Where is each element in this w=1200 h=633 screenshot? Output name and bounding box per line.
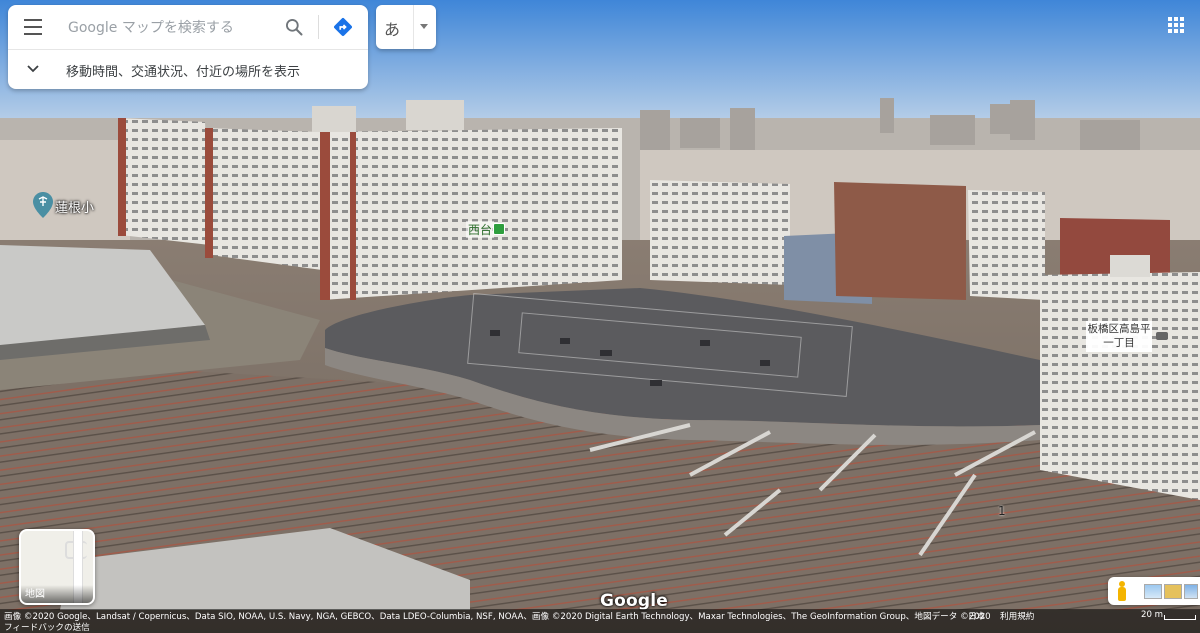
attribution-text: 画像 ©2020 Google、Landsat / Copernicus、Dat… xyxy=(4,612,991,622)
area-label-line2: 一丁目 xyxy=(1103,337,1135,349)
input-tools-dropdown-icon[interactable] xyxy=(420,24,428,29)
scale-label[interactable]: 20 m xyxy=(1141,610,1163,620)
area-label-line1: 板橋区高島平 xyxy=(1087,323,1151,335)
search-row xyxy=(8,5,368,50)
chevron-down-icon xyxy=(27,65,39,73)
scale-bar xyxy=(1164,615,1196,620)
country-label: 日本 xyxy=(968,612,986,622)
aerial-3d-imagery[interactable] xyxy=(0,0,1200,633)
imagery-thumb-icon[interactable] xyxy=(1184,584,1198,599)
map-layer-label: 地図 xyxy=(21,585,93,603)
terms-link[interactable]: 利用規約 xyxy=(1000,610,1034,622)
search-input[interactable] xyxy=(66,15,280,41)
area-label: 板橋区高島平 一丁目 xyxy=(1086,321,1152,352)
map-layer-switch[interactable]: 地図 xyxy=(19,529,95,605)
school-pin-icon[interactable] xyxy=(33,192,53,218)
feedback-link[interactable]: フィードバックの送信 xyxy=(4,621,90,633)
menu-icon[interactable] xyxy=(24,19,42,35)
search-icon[interactable] xyxy=(284,17,304,37)
train-station-icon[interactable] xyxy=(493,223,505,235)
input-method-button[interactable]: あ xyxy=(384,16,400,40)
input-tools-divider xyxy=(413,5,414,49)
input-tools: あ xyxy=(376,5,436,49)
map-number-label: 1 xyxy=(998,504,1006,518)
google-logo: Google xyxy=(600,591,669,611)
search-box: 移動時間、交通状況、付近の場所を表示 xyxy=(8,5,368,89)
search-divider xyxy=(318,15,319,39)
attribution-bar: 画像 ©2020 Google、Landsat / Copernicus、Dat… xyxy=(0,609,1200,633)
pegman-icon[interactable] xyxy=(1116,581,1128,601)
expand-nearby-row[interactable]: 移動時間、交通状況、付近の場所を表示 xyxy=(8,50,368,89)
imagery-thumb-icon[interactable] xyxy=(1164,584,1182,599)
apps-grid-icon[interactable] xyxy=(1168,17,1184,33)
station-label[interactable]: 西台 xyxy=(466,221,495,238)
directions-icon[interactable] xyxy=(332,16,354,38)
street-view-controls xyxy=(1108,577,1200,605)
imagery-thumb-icon[interactable] xyxy=(1144,584,1162,599)
expand-nearby-label: 移動時間、交通状況、付近の場所を表示 xyxy=(66,65,301,80)
school-label[interactable]: 蓮根小 xyxy=(55,197,94,216)
bus-stop-icon[interactable] xyxy=(1156,332,1168,340)
